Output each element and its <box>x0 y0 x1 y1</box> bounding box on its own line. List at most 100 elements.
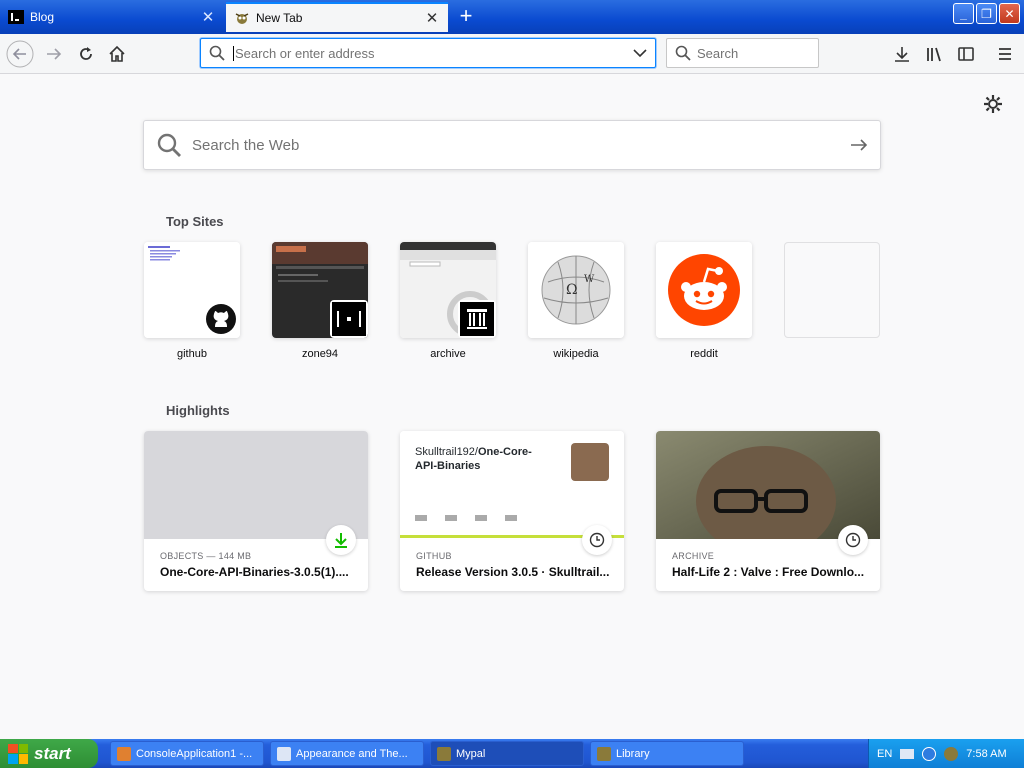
arrow-right-icon[interactable] <box>850 138 868 152</box>
customize-button[interactable] <box>983 94 1003 114</box>
card-meta: OBJECTS — 144 MB <box>160 551 252 561</box>
site-thumbnail <box>144 242 240 338</box>
github-logo-icon <box>202 300 240 338</box>
site-label: github <box>177 348 207 360</box>
clock-icon <box>582 525 612 555</box>
repo-stats <box>415 515 550 525</box>
tab-new-tab[interactable]: New Tab ✕ <box>226 2 448 32</box>
forward-button[interactable] <box>40 40 68 68</box>
card-meta: GITHUB <box>416 551 452 561</box>
top-site-zone94[interactable]: zone94 <box>272 242 368 360</box>
tab-blog[interactable]: Blog ✕ <box>0 2 224 32</box>
search-input[interactable]: Search <box>697 46 738 61</box>
chevron-down-icon[interactable] <box>633 48 647 58</box>
taskbar: start ConsoleApplication1 -... Appearanc… <box>0 739 1024 768</box>
download-icon <box>326 525 356 555</box>
top-site-wikipedia[interactable]: ΩW wikipedia <box>528 242 624 360</box>
url-input[interactable]: Search or enter address <box>233 45 633 61</box>
taskbar-item-appearance[interactable]: Appearance and The... <box>270 741 424 766</box>
half-life-thumbnail <box>656 431 880 556</box>
repo-owner: Skulltrail192/ <box>415 446 478 458</box>
close-window-button[interactable]: ✕ <box>999 3 1020 24</box>
repo-name-cont: API-Binaries <box>415 460 481 472</box>
visual-studio-icon <box>117 746 131 761</box>
site-label: archive <box>430 348 466 360</box>
card-thumbnail <box>656 431 880 556</box>
blog-favicon-icon <box>8 9 24 25</box>
highlights-heading: Highlights <box>166 403 230 418</box>
tab-label: New Tab <box>256 11 303 25</box>
card-meta: ARCHIVE <box>672 551 715 561</box>
web-search-box[interactable]: Search the Web <box>143 120 881 170</box>
sidebar-button[interactable] <box>952 40 980 68</box>
new-tab-button[interactable]: + <box>452 4 480 30</box>
highlight-card-download[interactable]: OBJECTS — 144 MB One-Core-API-Binaries-3… <box>144 431 368 591</box>
mypal-icon <box>437 746 451 761</box>
task-label: ConsoleApplication1 -... <box>136 747 253 760</box>
download-icon <box>895 47 909 62</box>
site-thumbnail <box>400 242 496 338</box>
keyboard-icon[interactable] <box>900 748 915 759</box>
highlights-grid: OBJECTS — 144 MB One-Core-API-Binaries-3… <box>144 431 884 591</box>
taskbar-item-console[interactable]: ConsoleApplication1 -... <box>110 741 264 766</box>
site-label: zone94 <box>301 348 339 360</box>
taskbar-item-library[interactable]: Library <box>590 741 744 766</box>
language-indicator[interactable]: EN <box>877 748 892 760</box>
highlight-card-archive[interactable]: ARCHIVE Half-Life 2 : Valve : Free Downl… <box>656 431 880 591</box>
top-site-empty-slot[interactable] <box>784 242 880 348</box>
forward-arrow-icon <box>47 48 62 60</box>
back-button[interactable] <box>6 40 34 68</box>
library-window-icon <box>597 746 611 761</box>
start-button[interactable]: start <box>0 739 98 768</box>
library-icon <box>927 47 941 62</box>
web-search-input[interactable]: Search the Web <box>192 137 850 154</box>
task-label: Library <box>616 747 650 760</box>
reload-icon <box>80 47 92 60</box>
wikipedia-globe-icon: ΩW <box>528 242 624 338</box>
menu-button[interactable] <box>991 40 1019 68</box>
reload-button[interactable] <box>72 40 100 68</box>
site-label: reddit <box>690 348 718 360</box>
top-site-reddit[interactable]: reddit <box>656 242 752 360</box>
system-tray: EN 7:58 AM <box>868 739 1024 768</box>
downloads-button[interactable] <box>888 40 916 68</box>
library-button[interactable] <box>920 40 948 68</box>
reddit-logo-icon <box>656 242 752 338</box>
site-thumbnail: ΩW <box>528 242 624 338</box>
close-tab-icon[interactable]: ✕ <box>424 10 440 27</box>
home-button[interactable] <box>103 40 131 68</box>
mypal-tray-icon[interactable] <box>944 746 959 761</box>
card-thumbnail <box>144 431 368 539</box>
svg-text:Ω: Ω <box>566 282 578 298</box>
taskbar-item-mypal[interactable]: Mypal <box>430 741 584 766</box>
top-sites-heading: Top Sites <box>166 214 224 229</box>
url-bar[interactable]: Search or enter address <box>200 38 656 68</box>
avatar <box>571 443 609 481</box>
restore-button[interactable]: ❐ <box>976 3 997 24</box>
navigation-toolbar: Search or enter address Search <box>0 34 1024 74</box>
tab-label: Blog <box>30 10 55 24</box>
svg-text:W: W <box>584 274 595 285</box>
task-label: Appearance and The... <box>296 747 408 760</box>
top-site-github[interactable]: github <box>144 242 240 360</box>
network-icon[interactable] <box>922 746 937 761</box>
repo-name: One-Core- <box>477 446 532 458</box>
mypal-favicon-icon <box>234 10 250 26</box>
highlight-card-github[interactable]: Skulltrail192/One-Core- API-Binaries GIT… <box>400 431 624 591</box>
control-panel-icon <box>277 746 291 761</box>
sidebar-icon <box>958 47 974 61</box>
clock[interactable]: 7:58 AM <box>966 748 1006 760</box>
back-arrow-icon <box>6 40 34 68</box>
search-icon <box>157 133 181 157</box>
new-tab-page: Search the Web Top Sites github zone94 a… <box>0 75 1024 739</box>
card-title: One-Core-API-Binaries-3.0.5(1).... <box>160 565 349 579</box>
start-label: start <box>34 743 71 763</box>
search-icon <box>209 45 225 61</box>
minimize-button[interactable]: _ <box>953 3 974 24</box>
top-site-archive[interactable]: archive <box>400 242 496 360</box>
close-tab-icon[interactable]: ✕ <box>200 9 216 26</box>
repo-preview-title: Skulltrail192/One-Core- API-Binaries <box>415 445 565 473</box>
search-bar[interactable]: Search <box>666 38 819 68</box>
zone94-logo-icon <box>330 300 368 338</box>
card-title: Half-Life 2 : Valve : Free Downlo... <box>672 565 865 579</box>
